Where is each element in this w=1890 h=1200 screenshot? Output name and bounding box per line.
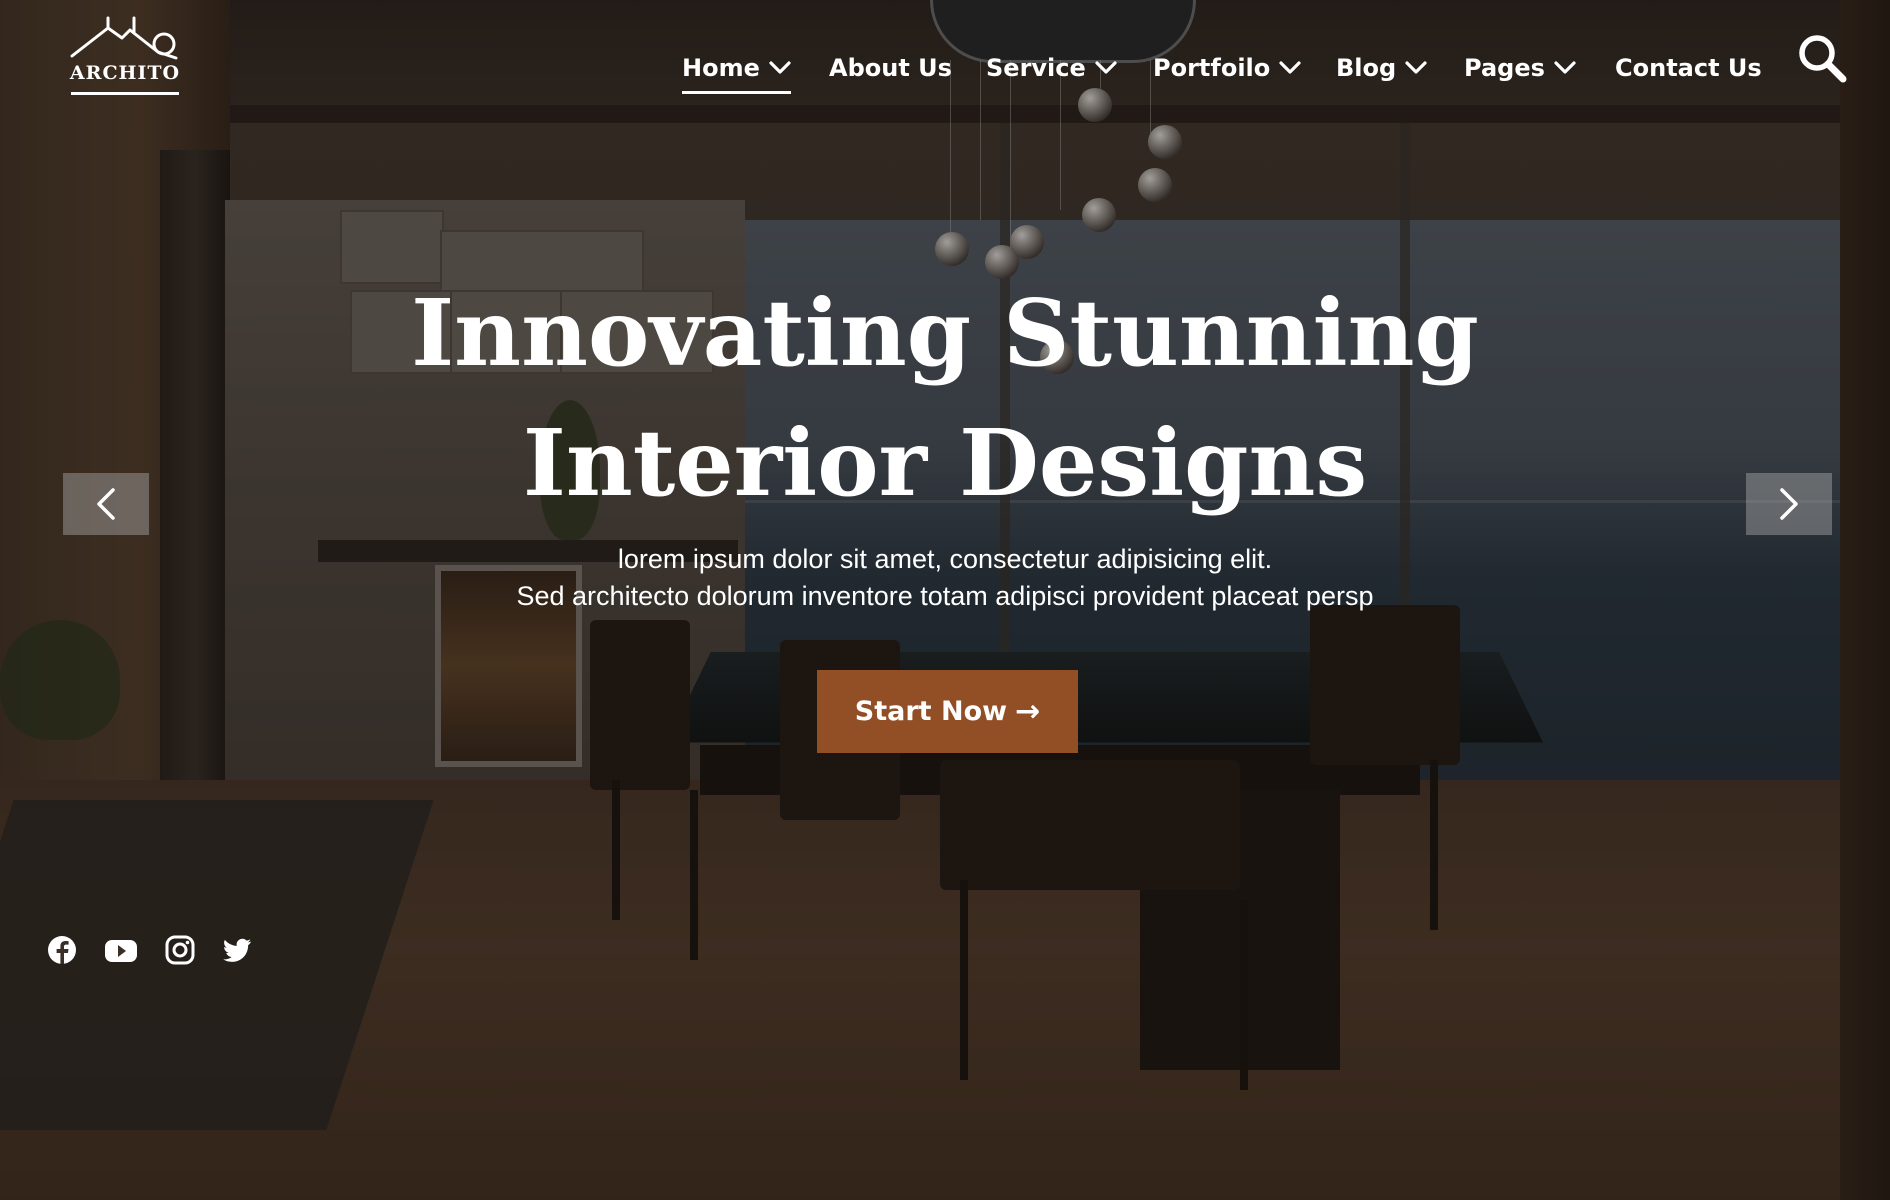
chevron-down-icon [1554,61,1576,74]
start-now-label: Start Now [854,696,1008,727]
search-icon [1799,35,1847,83]
slider-prev-button[interactable] [63,473,149,535]
nav-item-label: Blog [1336,54,1397,82]
slider-next-button[interactable] [1746,473,1832,535]
twitter-icon [223,938,251,962]
hero-subtitle: lorem ipsum dolor sit amet, consectetur … [0,541,1890,615]
nav-item-label: Service [986,54,1086,82]
youtube-icon [105,940,137,962]
hero-title: Innovating Stunning Interior Designs [0,268,1890,528]
arrow-right-icon: → [1015,693,1041,729]
nav-item-label: Portfoilo [1153,54,1271,82]
hero-title-line: Innovating Stunning [411,279,1479,387]
start-now-button[interactable]: Start Now → [817,670,1078,753]
nav-item-label: Home [682,54,760,82]
nav-item-home[interactable]: Home [682,48,791,94]
nav-item-label: About Us [829,54,952,82]
chevron-down-icon [1405,61,1427,74]
site-logo[interactable]: ARCHITO [68,14,182,98]
nav-item-contact-us[interactable]: Contact Us [1615,48,1762,88]
facebook-icon [48,936,76,964]
house-logo-icon [70,16,178,60]
active-underline [682,91,791,94]
logo-underline [71,92,179,95]
chevron-left-icon [97,488,115,520]
nav-item-about-us[interactable]: About Us [829,48,952,88]
hero-title-line: Interior Designs [522,409,1368,517]
chevron-down-icon [1279,61,1301,74]
hero-subtitle-line: lorem ipsum dolor sit amet, consectetur … [617,544,1273,574]
chevron-right-icon [1780,488,1798,520]
chevron-down-icon [1095,61,1117,74]
nav-item-blog[interactable]: Blog [1336,48,1427,88]
nav-item-pages[interactable]: Pages [1464,48,1576,88]
nav-item-service[interactable]: Service [986,48,1117,88]
instagram-link[interactable] [164,934,196,966]
hero-subtitle-line: Sed architecto dolorum inventore totam a… [516,581,1374,611]
facebook-link[interactable] [46,934,78,966]
search-button[interactable] [1796,32,1848,84]
chevron-down-icon [769,61,791,74]
youtube-link[interactable] [104,934,138,966]
nav-item-portfolio[interactable]: Portfoilo [1153,48,1301,88]
logo-text: ARCHITO [69,62,181,84]
nav-item-label: Pages [1464,54,1545,82]
instagram-icon [165,935,195,965]
nav-item-label: Contact Us [1615,54,1762,82]
twitter-link[interactable] [221,934,253,966]
